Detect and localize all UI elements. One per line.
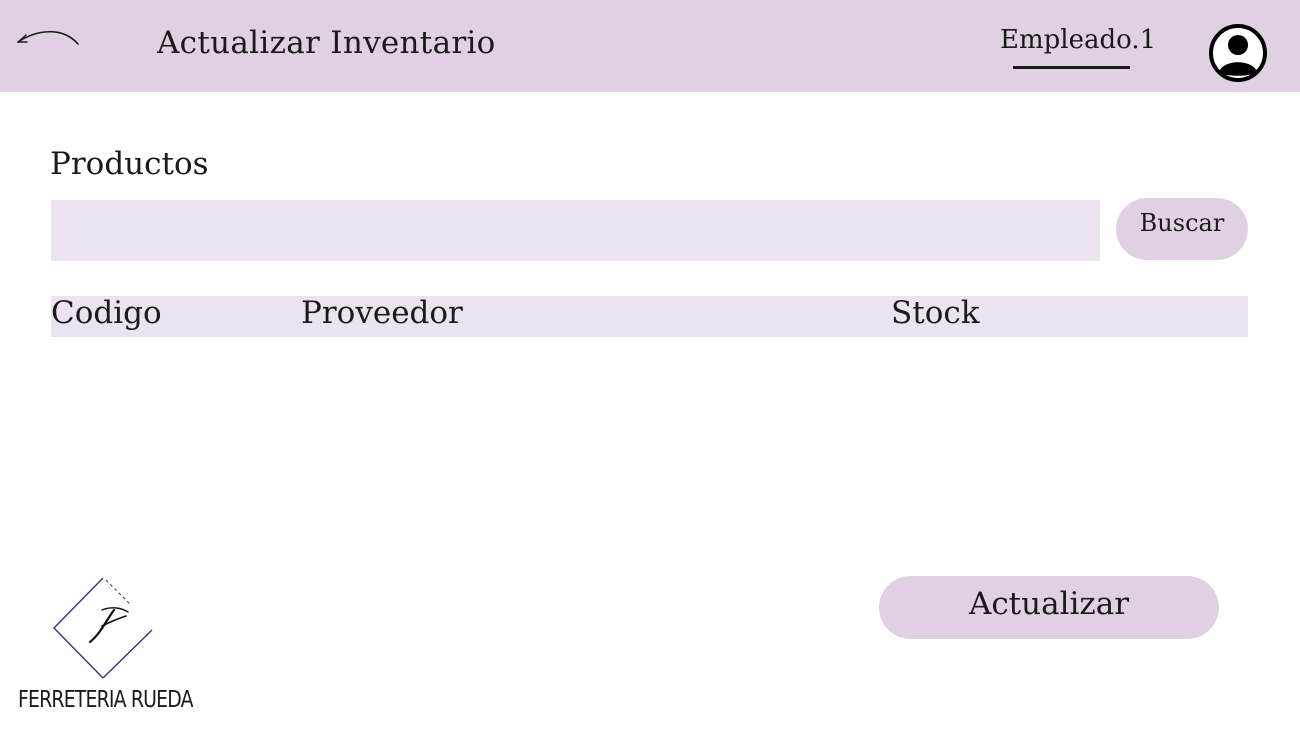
column-header-stock: Stock <box>891 295 980 331</box>
column-header-proveedor: Proveedor <box>301 295 463 331</box>
diamond-logo-icon <box>53 577 153 679</box>
brand-logo <box>40 570 170 690</box>
user-name-underline <box>1013 66 1130 69</box>
top-bar: Actualizar Inventario Empleado.1 <box>0 0 1300 92</box>
user-avatar-icon <box>1209 24 1267 82</box>
page-title: Actualizar Inventario <box>157 25 496 61</box>
back-arrow-icon <box>17 31 79 45</box>
products-table-header: Codigo Proveedor Stock <box>51 296 1248 337</box>
brand-name: FERRETERIA RUEDA <box>18 687 194 713</box>
search-button[interactable]: Buscar <box>1116 198 1248 260</box>
products-section-title: Productos <box>50 146 209 182</box>
column-header-codigo: Codigo <box>51 295 162 331</box>
user-name-link[interactable]: Empleado.1 <box>1000 25 1156 55</box>
product-search-input[interactable] <box>51 200 1100 261</box>
back-button[interactable] <box>14 22 84 54</box>
avatar-button[interactable] <box>1208 23 1268 83</box>
update-button[interactable]: Actualizar <box>879 576 1219 639</box>
